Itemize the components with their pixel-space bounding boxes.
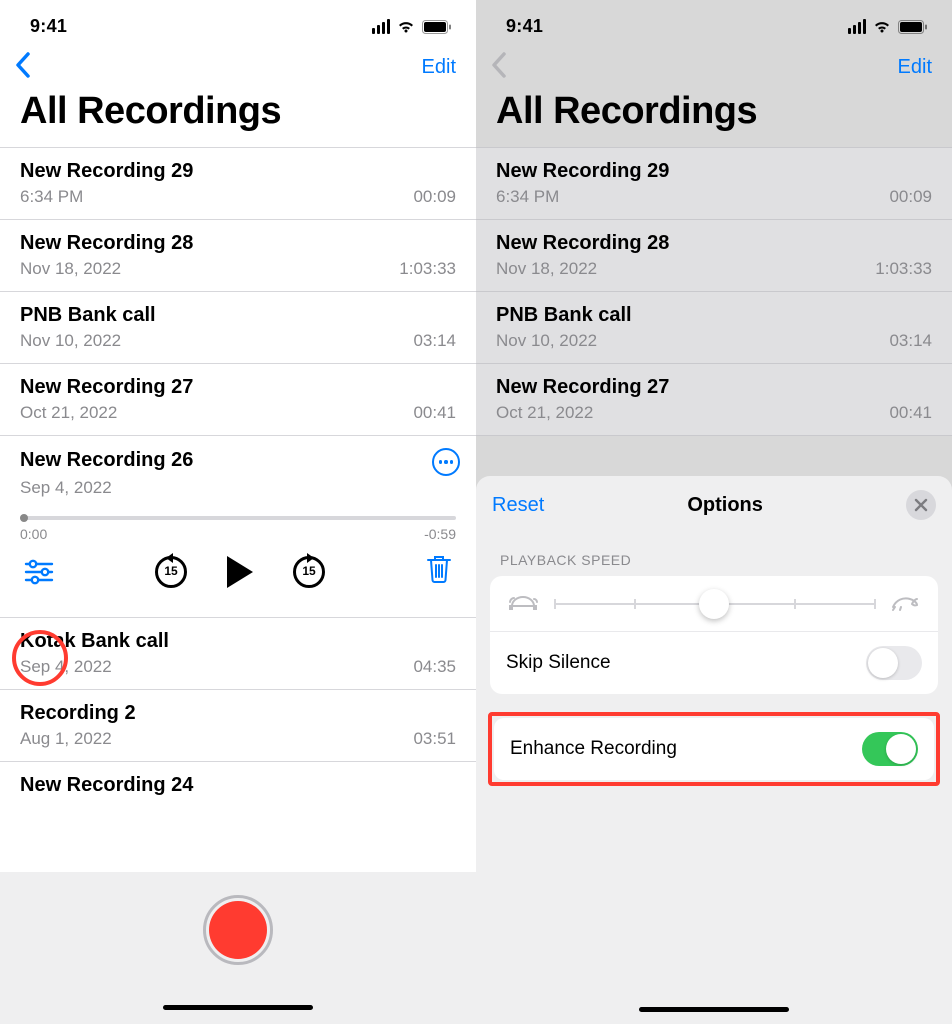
recording-date: Sep 4, 2022 — [0, 478, 476, 516]
play-button[interactable] — [227, 556, 253, 588]
status-icons — [372, 19, 452, 34]
status-time: 9:41 — [506, 16, 543, 37]
battery-icon — [422, 20, 452, 34]
wifi-icon — [396, 19, 416, 34]
options-sheet: Reset Options PLAYBACK SPEED — [476, 476, 952, 1024]
recording-name: Kotak Bank call — [20, 630, 456, 657]
battery-icon — [898, 20, 928, 34]
cellular-icon — [372, 19, 390, 34]
recording-name: New Recording 29 — [20, 160, 456, 187]
recording-name: New Recording 29 — [496, 160, 932, 187]
options-title: Options — [687, 494, 763, 517]
recording-date: Nov 18, 2022 — [20, 259, 121, 279]
skip-back-15-button[interactable]: 15 — [155, 556, 187, 588]
options-button[interactable] — [24, 559, 54, 585]
cellular-icon — [848, 19, 866, 34]
list-item: New Recording 27 Oct 21, 2022 00:41 — [476, 364, 952, 436]
status-icons — [848, 19, 928, 34]
back-button[interactable] — [490, 51, 508, 84]
enhance-recording-toggle[interactable] — [862, 732, 918, 766]
record-button[interactable] — [203, 895, 273, 965]
playback-card: Skip Silence — [490, 576, 938, 694]
nav-bar: Edit — [0, 41, 476, 88]
recording-date: Oct 21, 2022 — [20, 403, 117, 423]
list-item[interactable]: New Recording 29 6:34 PM 00:09 — [0, 148, 476, 220]
skip-silence-toggle[interactable] — [866, 646, 922, 680]
list-item: New Recording 28 Nov 18, 2022 1:03:33 — [476, 220, 952, 292]
phone-right: 9:41 Edit All Recordings New Recording 2… — [476, 0, 952, 1024]
recording-duration: 1:03:33 — [399, 259, 456, 279]
playback-speed-label: PLAYBACK SPEED — [476, 528, 952, 576]
recording-name: New Recording 24 — [20, 774, 193, 796]
status-time: 9:41 — [30, 16, 67, 37]
enhance-recording-label: Enhance Recording — [510, 738, 677, 760]
delete-button[interactable] — [426, 554, 452, 589]
status-bar: 9:41 — [476, 0, 952, 41]
home-indicator[interactable] — [639, 1007, 789, 1012]
list-item[interactable]: New Recording 24 — [0, 762, 476, 797]
recording-duration: 00:09 — [413, 187, 456, 207]
status-bar: 9:41 — [0, 0, 476, 41]
recording-name: Recording 2 — [20, 702, 456, 729]
playback-speed-slider[interactable] — [554, 594, 874, 614]
recording-name: New Recording 26 — [20, 449, 193, 476]
record-bar — [0, 872, 476, 1024]
edit-button[interactable]: Edit — [422, 56, 456, 79]
list-item-expanded[interactable]: New Recording 26 Sep 4, 2022 0:00 -0:59 … — [0, 436, 476, 618]
remaining-time: -0:59 — [424, 526, 456, 542]
more-button[interactable] — [432, 448, 460, 476]
recording-duration: 03:14 — [889, 331, 932, 351]
recording-duration: 00:41 — [889, 403, 932, 423]
recording-date: 6:34 PM — [20, 187, 83, 207]
recording-name: PNB Bank call — [20, 304, 456, 331]
skip-silence-label: Skip Silence — [506, 652, 611, 674]
annotation-box: Enhance Recording — [488, 712, 940, 786]
recording-duration: 03:51 — [413, 729, 456, 749]
playback-controls: 15 15 — [0, 542, 476, 601]
recording-date: Aug 1, 2022 — [20, 729, 112, 749]
list-item: PNB Bank call Nov 10, 2022 03:14 — [476, 292, 952, 364]
recording-duration: 00:41 — [413, 403, 456, 423]
turtle-icon — [506, 590, 540, 617]
list-item[interactable]: PNB Bank call Nov 10, 2022 03:14 — [0, 292, 476, 364]
wifi-icon — [872, 19, 892, 34]
rabbit-icon — [888, 590, 922, 617]
recording-duration: 1:03:33 — [875, 259, 932, 279]
list-item[interactable]: New Recording 28 Nov 18, 2022 1:03:33 — [0, 220, 476, 292]
list-item[interactable]: New Recording 27 Oct 21, 2022 00:41 — [0, 364, 476, 436]
recording-name: New Recording 28 — [20, 232, 456, 259]
nav-bar: Edit — [476, 41, 952, 88]
reset-button[interactable]: Reset — [492, 494, 544, 517]
playback-scrubber[interactable]: 0:00 -0:59 — [0, 516, 476, 542]
recording-name: New Recording 27 — [496, 376, 932, 403]
page-title: All Recordings — [0, 88, 476, 147]
recording-name: New Recording 28 — [496, 232, 932, 259]
recording-date: Nov 18, 2022 — [496, 259, 597, 279]
recording-duration: 00:09 — [889, 187, 932, 207]
recording-duration: 04:35 — [413, 657, 456, 677]
edit-button[interactable]: Edit — [898, 56, 932, 79]
skip-forward-15-button[interactable]: 15 — [293, 556, 325, 588]
recording-name: PNB Bank call — [496, 304, 932, 331]
slider-thumb[interactable] — [699, 589, 729, 619]
recording-date: 6:34 PM — [496, 187, 559, 207]
close-button[interactable] — [906, 490, 936, 520]
phone-left: 9:41 Edit All Recordings New Recording 2… — [0, 0, 476, 1024]
home-indicator[interactable] — [163, 1005, 313, 1010]
recording-date: Nov 10, 2022 — [20, 331, 121, 351]
list-item[interactable]: Recording 2 Aug 1, 2022 03:51 — [0, 690, 476, 762]
recording-duration: 03:14 — [413, 331, 456, 351]
recording-name: New Recording 27 — [20, 376, 456, 403]
list-item: New Recording 29 6:34 PM 00:09 — [476, 148, 952, 220]
back-button[interactable] — [14, 51, 32, 84]
recording-date: Nov 10, 2022 — [496, 331, 597, 351]
list-item[interactable]: Kotak Bank call Sep 4, 2022 04:35 — [0, 618, 476, 690]
page-title: All Recordings — [476, 88, 952, 147]
recording-date: Oct 21, 2022 — [496, 403, 593, 423]
elapsed-time: 0:00 — [20, 526, 47, 542]
recording-date: Sep 4, 2022 — [20, 657, 112, 677]
